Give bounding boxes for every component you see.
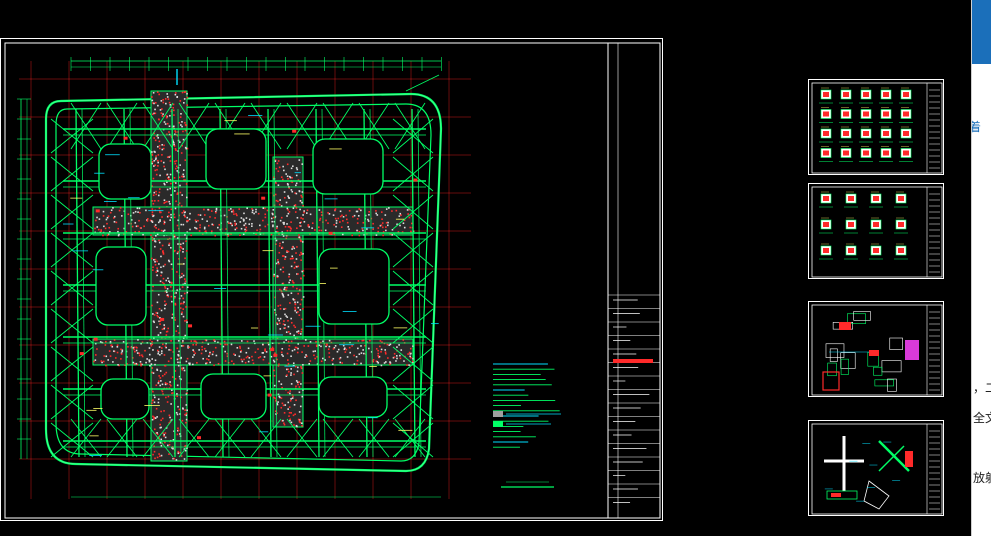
side-text-fragment-3: 放射 — [973, 471, 991, 485]
thumbnail-drawing — [811, 186, 943, 278]
side-text-fragment-1: ，二 — [973, 381, 991, 395]
thumbnail-sheet-1[interactable] — [808, 79, 944, 175]
thumbnail-drawing — [811, 82, 943, 174]
side-text-fragment-2: 全文 — [973, 411, 991, 425]
thumbnail-sheet-3[interactable] — [808, 301, 944, 397]
main-drawing-sheet[interactable] — [0, 38, 663, 521]
side-button-fragment[interactable]: 着 — [972, 120, 981, 134]
side-accent-bar — [972, 0, 991, 64]
thumbnail-sheet-2[interactable] — [808, 183, 944, 279]
thumbnail-sheet-4[interactable] — [808, 420, 944, 516]
thumbnail-drawing — [811, 304, 943, 396]
side-panel: 着 ，二 全文 放射 — [971, 0, 991, 536]
foundation-plan-drawing — [4, 42, 661, 519]
drawing-viewport[interactable] — [0, 0, 971, 536]
thumbnail-drawing — [811, 423, 943, 515]
